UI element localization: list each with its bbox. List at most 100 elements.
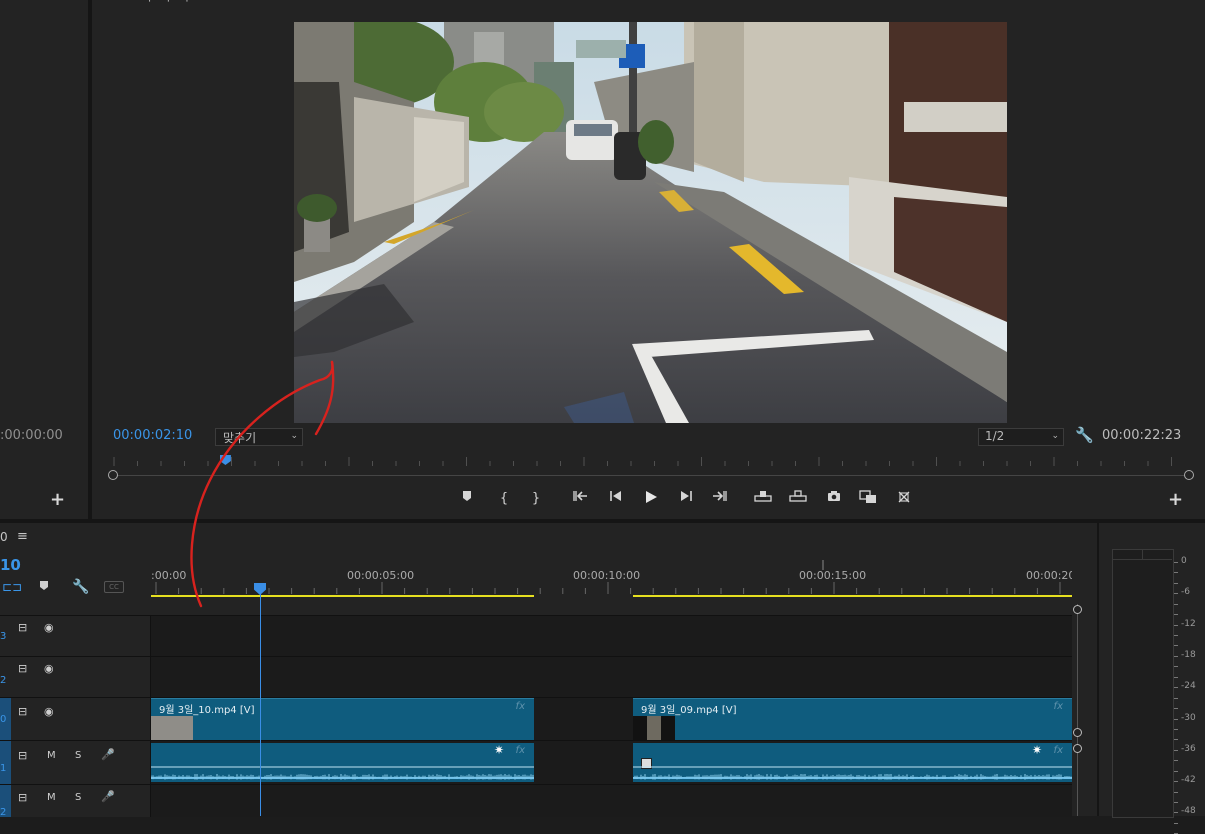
play-icon[interactable] <box>641 490 661 508</box>
timeline-timecode[interactable]: 10 <box>0 556 21 574</box>
captions-icon[interactable]: CC <box>104 581 124 593</box>
track-header-v2: 2 ⊟ ◉ <box>0 657 151 697</box>
meter-tick <box>1174 739 1178 741</box>
timeline-playhead-line[interactable] <box>260 594 261 816</box>
solo-button[interactable]: S <box>75 750 81 761</box>
meter-tick <box>1174 697 1178 699</box>
effect-star-icon[interactable]: ✷ <box>1032 743 1042 757</box>
proxy-icon[interactable] <box>894 490 914 508</box>
meter-tick <box>1174 572 1178 574</box>
meter-tick <box>1174 801 1178 803</box>
eye-icon[interactable]: ◉ <box>44 662 54 675</box>
zoom-scroll-track[interactable] <box>113 475 1189 476</box>
ruler-label-20s: 00:00:20 <box>1026 569 1072 582</box>
scroll-handle[interactable] <box>1073 744 1082 753</box>
track-label[interactable]: 2 <box>0 807 6 818</box>
timeline-ruler[interactable]: :00:00 00:00:05:00 00:00:10:00 00:00:15:… <box>151 560 1072 598</box>
go-to-in-icon[interactable] <box>571 490 591 508</box>
clip-thumbnail-content <box>647 716 661 740</box>
timeline-vertical-scrollbar[interactable] <box>1077 604 1078 816</box>
snap-icon[interactable]: ⊏⊐ <box>2 580 22 594</box>
meter-tick <box>1174 708 1178 709</box>
audio-meter <box>1112 549 1174 818</box>
meter-tick <box>1174 791 1178 793</box>
video-clip[interactable]: 9월 3일_10.mp4 [V] fx <box>151 698 534 740</box>
toggle-sync-lock-icon[interactable]: ⊟ <box>18 749 27 762</box>
solo-button[interactable]: S <box>75 792 81 803</box>
zoom-scroll-right-handle[interactable] <box>1184 470 1194 480</box>
comparison-view-icon[interactable] <box>858 490 878 508</box>
work-area-bar[interactable] <box>151 595 534 597</box>
eye-icon[interactable]: ◉ <box>44 705 54 718</box>
track-content-v3[interactable] <box>151 616 1072 656</box>
audio-waveform <box>633 766 1072 780</box>
mute-button[interactable]: M <box>47 792 56 803</box>
timeline-settings-wrench-icon[interactable]: 🔧 <box>72 579 89 595</box>
audio-clip[interactable]: ✷ fx <box>151 743 534 782</box>
track-row-a2: 2 ⊟ M S 🎤 <box>0 784 1072 818</box>
fit-dropdown[interactable]: 맞추기 ⌄ <box>215 428 303 446</box>
track-content-a2[interactable] <box>151 785 1072 817</box>
button-editor-add[interactable]: + <box>1168 489 1183 510</box>
fx-badge[interactable]: fx <box>516 745 525 756</box>
track-content-a1[interactable]: ✷ fx ✷ fx <box>151 741 1072 784</box>
meter-channel-divider <box>1142 549 1143 559</box>
meter-tick <box>1174 582 1178 584</box>
extract-icon[interactable] <box>788 490 808 508</box>
mute-button[interactable]: M <box>47 750 56 761</box>
chevron-down-icon: ⌄ <box>1051 431 1059 441</box>
track-label[interactable]: 2 <box>0 675 6 686</box>
scroll-handle[interactable] <box>1073 728 1082 737</box>
track-label[interactable]: 1 <box>0 763 6 774</box>
track-label[interactable]: 0 <box>0 714 6 725</box>
meter-tick <box>1174 770 1178 772</box>
clip-name: 9월 3일_09.mp4 [V] <box>641 705 737 716</box>
marker-icon[interactable] <box>457 490 477 508</box>
sequence-tab[interactable]: 0 <box>0 530 8 544</box>
camera-icon[interactable] <box>824 490 844 508</box>
toggle-sync-lock-icon[interactable]: ⊟ <box>18 662 27 675</box>
track-row-v3: 3 ⊟ ◉ <box>0 615 1072 656</box>
go-to-out-icon[interactable] <box>709 490 729 508</box>
meter-peak-row <box>1112 559 1172 560</box>
fx-badge[interactable]: fx <box>516 701 525 712</box>
resolution-dropdown[interactable]: 1/2 ⌄ <box>978 428 1064 446</box>
chevron-down-icon: ⌄ <box>290 431 298 441</box>
microphone-icon[interactable]: 🎤 <box>101 790 115 803</box>
track-content-v1[interactable]: 9월 3일_10.mp4 [V] fx 9월 3일_09.mp4 [V] fx <box>151 698 1072 740</box>
meter-tick <box>1174 645 1178 647</box>
track-header-v3: 3 ⊟ ◉ <box>0 616 151 656</box>
toggle-sync-lock-icon[interactable]: ⊟ <box>18 705 27 718</box>
meter-tick <box>1174 781 1178 783</box>
step-back-icon[interactable] <box>606 490 626 508</box>
wrench-icon[interactable]: 🔧 <box>1075 426 1094 444</box>
mark-in-icon[interactable]: { <box>494 490 514 508</box>
microphone-icon[interactable]: 🎤 <box>101 748 115 761</box>
audio-clip[interactable]: ✷ fx <box>633 743 1072 782</box>
fx-badge[interactable]: fx <box>1054 745 1063 756</box>
meter-tick <box>1174 728 1178 730</box>
lift-icon[interactable] <box>753 490 773 508</box>
clip-name: 9월 3일_10.mp4 [V] <box>159 705 255 716</box>
step-forward-icon[interactable] <box>676 490 696 508</box>
track-header-a2: 2 ⊟ M S 🎤 <box>0 785 151 818</box>
mark-out-icon[interactable]: } <box>526 490 546 508</box>
track-label[interactable]: 3 <box>0 631 6 642</box>
toggle-sync-lock-icon[interactable]: ⊟ <box>18 621 27 634</box>
fx-badge[interactable]: fx <box>1054 701 1063 712</box>
playhead-timecode[interactable]: 00:00:02:10 <box>113 428 192 443</box>
hamburger-menu-icon[interactable]: ≡ <box>17 529 28 544</box>
top-toolbar-icons[interactable]: ⌐ ⌐ ⌐ <box>148 0 198 6</box>
source-timecode[interactable]: :00:00:00 <box>0 428 63 443</box>
effect-star-icon[interactable]: ✷ <box>494 743 504 757</box>
video-clip[interactable]: 9월 3일_09.mp4 [V] fx <box>633 698 1072 740</box>
eye-icon[interactable]: ◉ <box>44 621 54 634</box>
scroll-handle[interactable] <box>1073 605 1082 614</box>
toggle-sync-lock-icon[interactable]: ⊟ <box>18 791 27 804</box>
add-marker-icon[interactable] <box>39 580 49 594</box>
work-area-bar[interactable] <box>633 595 1072 597</box>
zoom-scroll-left-handle[interactable] <box>108 470 118 480</box>
track-content-v2[interactable] <box>151 657 1072 697</box>
source-add-button[interactable]: + <box>50 489 65 510</box>
meter-scale-label: -12 <box>1181 618 1196 629</box>
